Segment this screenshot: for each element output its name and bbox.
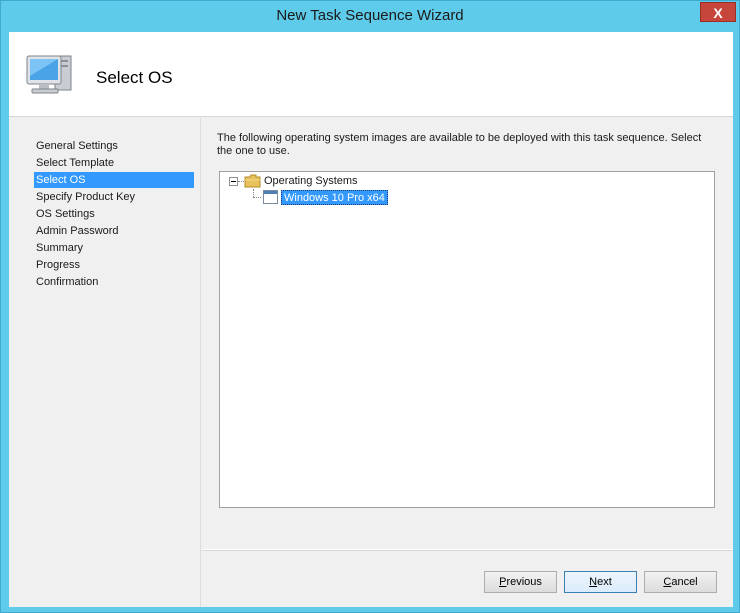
wizard-footer: Previous Next Cancel (202, 549, 733, 607)
cancel-button[interactable]: Cancel (644, 571, 717, 593)
instructions-text: The following operating system images ar… (217, 132, 702, 157)
tree-node-operating-systems[interactable]: Operating Systems (264, 175, 358, 187)
collapse-toggle-icon[interactable] (229, 177, 238, 186)
wizard-window: New Task Sequence Wizard X Select OS Gen… (0, 0, 740, 613)
tree-connector (253, 189, 254, 197)
folder-icon (244, 174, 261, 188)
sidebar-item-progress[interactable]: Progress (34, 257, 194, 273)
close-button[interactable]: X (700, 2, 736, 22)
sidebar-item-select-os[interactable]: Select OS (34, 172, 194, 188)
sidebar-item-os-settings[interactable]: OS Settings (34, 206, 194, 222)
wizard-header: Select OS (9, 32, 733, 117)
sidebar-item-confirmation[interactable]: Confirmation (34, 274, 194, 290)
computer-monitor-icon (26, 55, 72, 94)
sidebar-item-admin-password[interactable]: Admin Password (34, 223, 194, 239)
window-title: New Task Sequence Wizard (276, 7, 464, 24)
tree-node-windows-10-pro-x64[interactable]: Windows 10 Pro x64 (281, 190, 388, 205)
main-content: The following operating system images ar… (202, 118, 733, 548)
sidebar-item-general-settings[interactable]: General Settings (34, 138, 194, 154)
sidebar-item-select-template[interactable]: Select Template (34, 155, 194, 171)
os-tree-view[interactable]: Operating Systems Windows 10 Pro x64 (219, 171, 715, 508)
tree-connector (253, 197, 261, 198)
sidebar-item-specify-product-key[interactable]: Specify Product Key (34, 189, 194, 205)
next-button[interactable]: Next (564, 571, 637, 593)
footer-divider (202, 550, 733, 551)
os-image-icon (263, 190, 278, 204)
wizard-steps-sidebar: General Settings Select Template Select … (9, 118, 201, 607)
sidebar-item-summary[interactable]: Summary (34, 240, 194, 256)
title-bar[interactable]: New Task Sequence Wizard X (1, 1, 739, 32)
client-area: Select OS General Settings Select Templa… (9, 32, 733, 607)
page-title: Select OS (96, 68, 173, 87)
previous-button[interactable]: Previous (484, 571, 557, 593)
